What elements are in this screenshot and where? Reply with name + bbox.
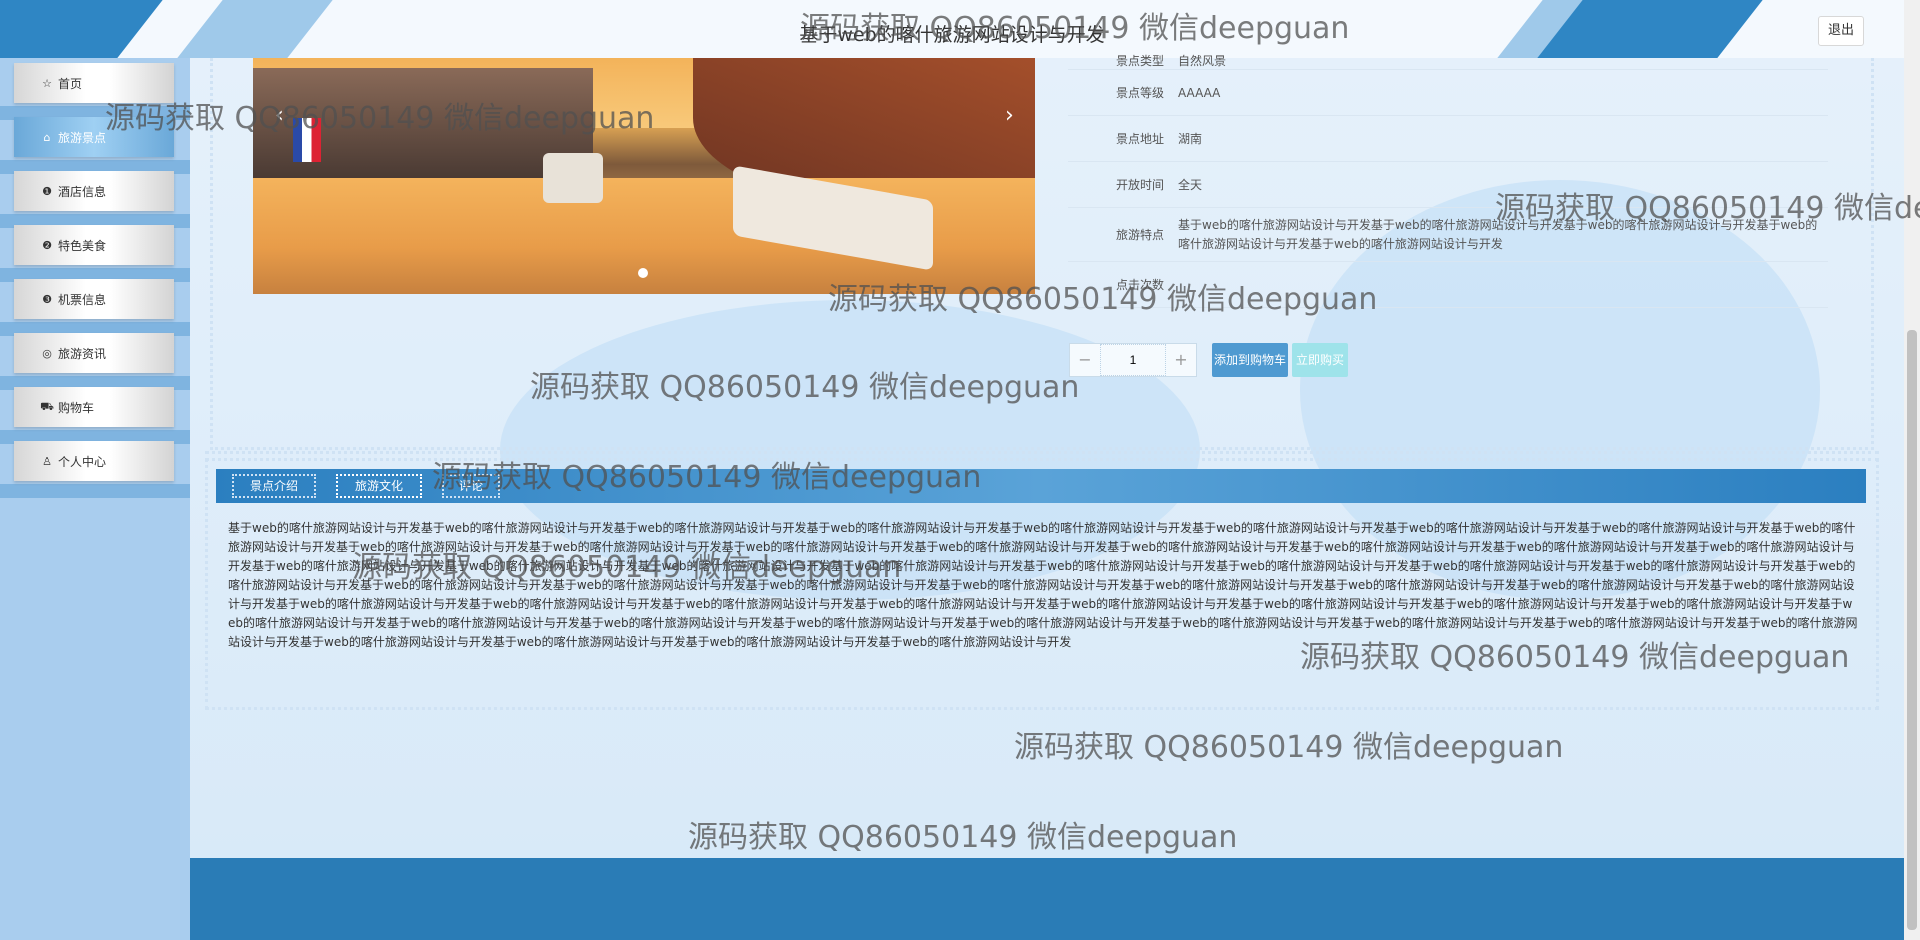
carousel-image-boat — [543, 153, 603, 203]
scrollbar-thumb[interactable] — [1907, 330, 1917, 930]
carousel-dot[interactable] — [638, 268, 648, 278]
site-title: 基于web的喀什旅游网站设计与开发 — [799, 24, 1105, 46]
quantity-stepper: − + — [1069, 343, 1197, 377]
increment-button[interactable]: + — [1166, 344, 1196, 376]
tab-travel-culture[interactable]: 旅游文化 — [336, 474, 422, 498]
sidebar-item-home[interactable]: ☆ 首页 — [14, 63, 174, 103]
home-icon: ⌂ — [43, 130, 51, 144]
logout-button[interactable]: 退出 — [1818, 16, 1864, 46]
tabs-panel: 景点介绍 旅游文化 评论 基于web的喀什旅游网站设计与开发基于web的喀什旅游… — [205, 458, 1879, 710]
sidebar-item-label: 机票信息 — [58, 292, 107, 307]
tab-attraction-intro[interactable]: 景点介绍 — [232, 474, 316, 498]
add-to-cart-button[interactable]: 添加到购物车 — [1212, 343, 1288, 377]
info-value: 全天 — [1178, 178, 1203, 192]
question-circle-icon: ❷ — [42, 238, 52, 252]
sidebar-item-profile[interactable]: ♙ 个人中心 — [14, 441, 174, 481]
info-label: 景点地址 — [1115, 132, 1164, 146]
info-value: AAAAA — [1178, 85, 1221, 100]
sidebar-item-label: 个人中心 — [58, 454, 107, 469]
page-scrollbar[interactable] — [1904, 0, 1920, 940]
info-label: 旅游特点 — [1115, 228, 1164, 242]
sidebar: ☆ 首页 ⌂ 旅游景点 ❶ 酒店信息 ❷ 特色美食 ❸ 机票信息 ◎ 旅游资讯 … — [0, 58, 190, 940]
main-area: ‹ › 景点类型 自然风景 景点等级 AAAAA 景点地址 湖南 开放时间 全天 — [190, 54, 1904, 940]
info-row-clicks: 点击次数 — [1068, 262, 1828, 308]
top-header: 基于web的喀什旅游网站设计与开发 退出 — [0, 0, 1904, 58]
sidebar-item-label: 旅游景点 — [58, 130, 107, 145]
tab-comments[interactable]: 评论 — [442, 474, 500, 498]
footer — [190, 858, 1904, 940]
section-divider — [205, 451, 1879, 454]
info-value: 湖南 — [1178, 132, 1203, 146]
cart-icon: ⛟ — [40, 399, 54, 413]
info-label: 开放时间 — [1115, 178, 1164, 192]
sidebar-item-cart[interactable]: ⛟ 购物车 — [14, 387, 174, 427]
user-icon: ♙ — [42, 454, 52, 468]
detail-panel: ‹ › 景点类型 自然风景 景点等级 AAAAA 景点地址 湖南 开放时间 全天 — [210, 54, 1874, 450]
info-label: 景点类型 — [1115, 54, 1164, 68]
info-row-level: 景点等级 AAAAA — [1068, 70, 1828, 116]
quantity-input[interactable] — [1100, 344, 1166, 376]
carousel-prev-icon[interactable]: ‹ — [275, 103, 284, 128]
info-icon: ❸ — [42, 292, 52, 306]
sidebar-item-news[interactable]: ◎ 旅游资讯 — [14, 333, 174, 373]
decrement-button[interactable]: − — [1070, 344, 1100, 376]
info-row-address: 景点地址 湖南 — [1068, 116, 1828, 162]
carousel-image-flag — [293, 118, 321, 162]
tab-bar: 景点介绍 旅游文化 评论 — [216, 469, 1866, 503]
sidebar-item-label: 首页 — [58, 76, 83, 91]
attraction-info-table: 景点类型 自然风景 景点等级 AAAAA 景点地址 湖南 开放时间 全天 旅游特… — [1068, 54, 1828, 308]
sidebar-item-flights[interactable]: ❸ 机票信息 — [14, 279, 174, 319]
sidebar-item-food[interactable]: ❷ 特色美食 — [14, 225, 174, 265]
sidebar-item-hotels[interactable]: ❶ 酒店信息 — [14, 171, 174, 211]
carousel-next-icon[interactable]: › — [1005, 103, 1014, 128]
info-label: 景点等级 — [1115, 86, 1164, 100]
info-row-hours: 开放时间 全天 — [1068, 162, 1828, 208]
sidebar-item-label: 旅游资讯 — [58, 346, 107, 361]
info-row-type: 景点类型 自然风景 — [1068, 52, 1828, 70]
sidebar-divider — [0, 484, 190, 498]
globe-icon: ◎ — [42, 346, 52, 360]
buy-now-button[interactable]: 立即购买 — [1292, 343, 1348, 377]
info-circle-icon: ❶ — [42, 184, 52, 198]
star-icon: ☆ — [42, 76, 52, 90]
info-value: 自然风景 — [1178, 54, 1227, 68]
info-row-features: 旅游特点 基于web的喀什旅游网站设计与开发基于web的喀什旅游网站设计与开发基… — [1068, 208, 1828, 262]
image-carousel[interactable]: ‹ › — [253, 58, 1035, 294]
sidebar-item-label: 特色美食 — [58, 238, 107, 253]
sidebar-item-label: 酒店信息 — [58, 184, 107, 199]
tab-content-text: 基于web的喀什旅游网站设计与开发基于web的喀什旅游网站设计与开发基于web的… — [228, 521, 1858, 649]
info-label: 点击次数 — [1115, 278, 1164, 292]
info-value: 基于web的喀什旅游网站设计与开发基于web的喀什旅游网站设计与开发基于web的… — [1178, 217, 1818, 251]
sidebar-item-label: 购物车 — [58, 400, 95, 415]
sidebar-item-attractions[interactable]: ⌂ 旅游景点 — [14, 117, 174, 157]
